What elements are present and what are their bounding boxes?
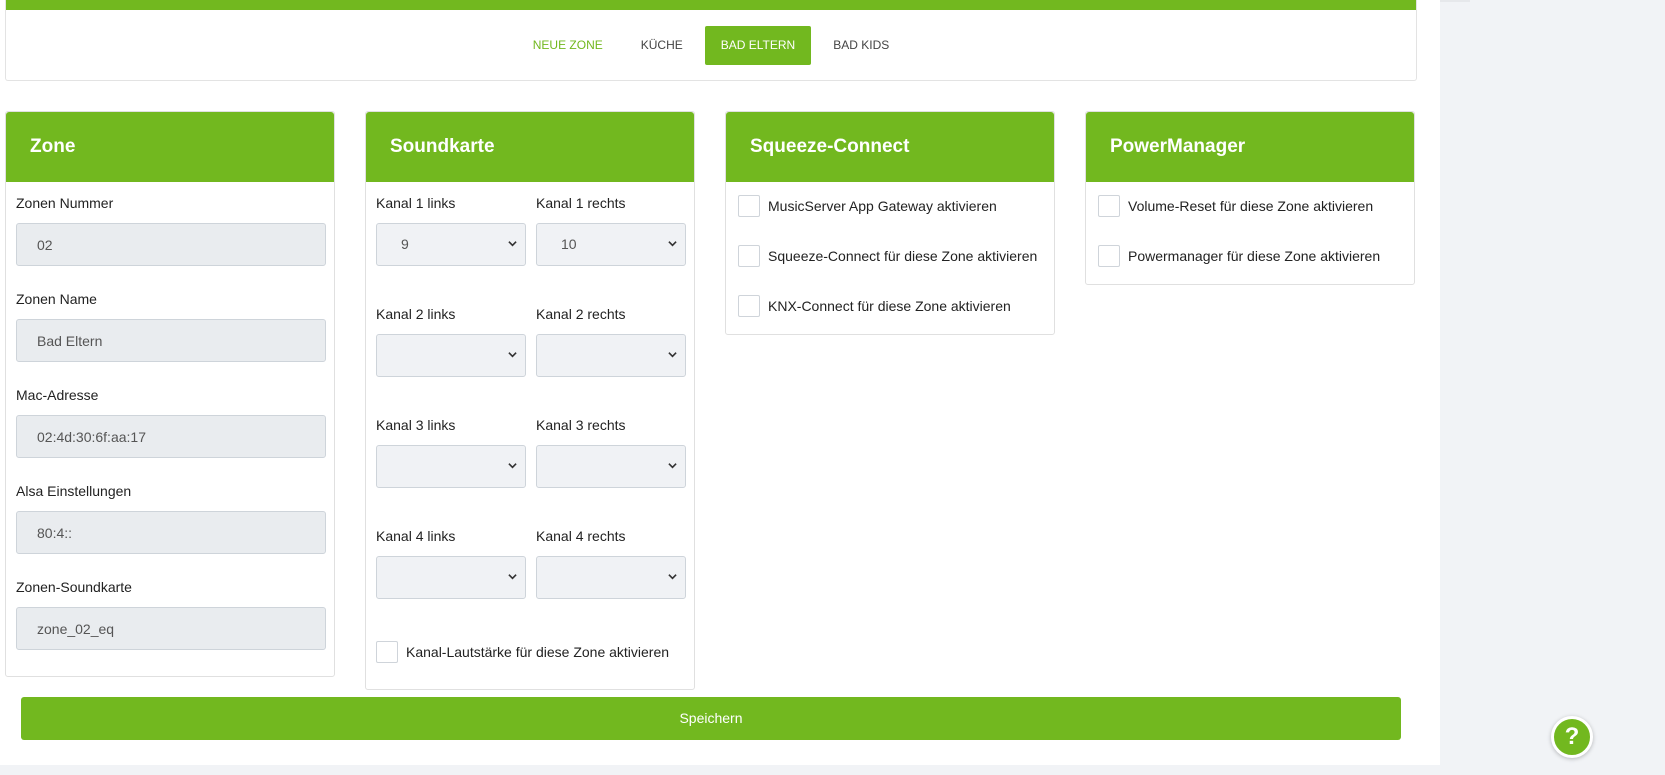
channel-2-right-select[interactable] — [536, 334, 686, 377]
chevron-down-icon — [508, 574, 517, 580]
channel-1-right-select[interactable]: 10 — [536, 223, 686, 266]
squeeze-connect-checkbox[interactable] — [738, 245, 760, 267]
zone-name-label: Zonen Name — [16, 291, 97, 307]
channel-1-left-select[interactable]: 9 — [376, 223, 526, 266]
squeeze-connect-check-row[interactable]: Squeeze-Connect für diese Zone aktiviere… — [738, 245, 1042, 267]
channel-3-left-select[interactable] — [376, 445, 526, 488]
zone-card-title: Zone — [30, 136, 76, 157]
app-gateway-label: MusicServer App Gateway aktivieren — [768, 198, 997, 214]
channel-1-right-value: 10 — [561, 236, 577, 252]
channel-3-left-label: Kanal 3 links — [376, 417, 456, 433]
zone-number-label: Zonen Nummer — [16, 195, 114, 211]
alsa-settings-input[interactable] — [16, 511, 326, 554]
powermanager-card-header: PowerManager — [1086, 112, 1414, 182]
channel-volume-check-row[interactable]: Kanal-Lautstärke für diese Zone aktivier… — [376, 641, 684, 663]
soundkarte-card-title: Soundkarte — [390, 136, 495, 157]
soundkarte-card-header: Soundkarte — [366, 112, 694, 182]
knx-connect-check-row[interactable]: KNX-Connect für diese Zone aktivieren — [738, 295, 1042, 317]
squeeze-connect-card: Squeeze-Connect MusicServer App Gateway … — [725, 111, 1055, 335]
chevron-down-icon — [508, 241, 517, 247]
zone-card-header: Zone — [6, 112, 334, 182]
channel-4-right-select[interactable] — [536, 556, 686, 599]
mac-address-input[interactable] — [16, 415, 326, 458]
zone-soundcard-label: Zonen-Soundkarte — [16, 579, 132, 595]
channel-2-right-label: Kanal 2 rechts — [536, 306, 626, 322]
chevron-down-icon — [668, 463, 677, 469]
powermanager-card: PowerManager Volume-Reset für diese Zone… — [1085, 111, 1415, 285]
save-button[interactable]: Speichern — [21, 697, 1401, 740]
channel-4-left-select[interactable] — [376, 556, 526, 599]
question-mark-icon: ? — [1564, 723, 1580, 750]
tab-bad-kids[interactable]: BAD KIDS — [817, 26, 905, 65]
tab-neue-zone[interactable]: NEUE ZONE — [517, 26, 619, 65]
channel-1-left-value: 9 — [401, 236, 409, 252]
zone-tabs-card: NEUE ZONE KÜCHE BAD ELTERN BAD KIDS — [5, 0, 1417, 81]
squeeze-card-header: Squeeze-Connect — [726, 112, 1054, 182]
soundkarte-card: Soundkarte Kanal 1 links 9 Kanal 1 recht… — [365, 111, 695, 690]
volume-reset-check-row[interactable]: Volume-Reset für diese Zone aktivieren — [1098, 195, 1402, 217]
channel-1-row: Kanal 1 links 9 Kanal 1 rechts 10 — [376, 195, 686, 266]
channel-4-left-label: Kanal 4 links — [376, 528, 456, 544]
page: NEUE ZONE KÜCHE BAD ELTERN BAD KIDS Zone… — [0, 0, 1440, 765]
channel-2-left-select[interactable] — [376, 334, 526, 377]
channel-3-right-label: Kanal 3 rechts — [536, 417, 626, 433]
channel-1-right-label: Kanal 1 rechts — [536, 195, 626, 211]
channel-1-left-label: Kanal 1 links — [376, 195, 456, 211]
tab-bad-eltern[interactable]: BAD ELTERN — [704, 26, 812, 65]
alsa-settings-label: Alsa Einstellungen — [16, 483, 132, 499]
app-gateway-check-row[interactable]: MusicServer App Gateway aktivieren — [738, 195, 1042, 217]
help-button[interactable]: ? — [1551, 716, 1593, 758]
tabs-top-bar — [6, 0, 1416, 10]
right-top-divider — [1440, 0, 1470, 2]
channel-volume-label: Kanal-Lautstärke für diese Zone aktivier… — [406, 644, 670, 660]
powermanager-label: Powermanager für diese Zone aktivieren — [1128, 248, 1381, 264]
channel-3-row: Kanal 3 links Kanal 3 rechts — [376, 417, 686, 488]
zone-name-input[interactable] — [16, 319, 326, 362]
chevron-down-icon — [508, 352, 517, 358]
powermanager-check-row[interactable]: Powermanager für diese Zone aktivieren — [1098, 245, 1402, 267]
zone-number-input[interactable] — [16, 223, 326, 266]
squeeze-card-title: Squeeze-Connect — [750, 136, 910, 157]
chevron-down-icon — [668, 574, 677, 580]
powermanager-checkbox[interactable] — [1098, 245, 1120, 267]
volume-reset-checkbox[interactable] — [1098, 195, 1120, 217]
chevron-down-icon — [508, 463, 517, 469]
volume-reset-label: Volume-Reset für diese Zone aktivieren — [1128, 198, 1374, 214]
channel-2-row: Kanal 2 links Kanal 2 rechts — [376, 306, 686, 377]
mac-address-label: Mac-Adresse — [16, 387, 99, 403]
chevron-down-icon — [668, 241, 677, 247]
channel-4-row: Kanal 4 links Kanal 4 rechts — [376, 528, 686, 599]
zone-tabs: NEUE ZONE KÜCHE BAD ELTERN BAD KIDS — [6, 26, 1416, 65]
channel-3-right-select[interactable] — [536, 445, 686, 488]
channel-2-left-label: Kanal 2 links — [376, 306, 456, 322]
squeeze-connect-label: Squeeze-Connect für diese Zone aktiviere… — [768, 248, 1038, 264]
powermanager-card-title: PowerManager — [1110, 136, 1246, 157]
chevron-down-icon — [668, 352, 677, 358]
zone-card: Zone Zonen Nummer Zonen Name Mac-Adresse… — [5, 111, 335, 677]
channel-volume-checkbox[interactable] — [376, 641, 398, 663]
tab-kueche[interactable]: KÜCHE — [625, 26, 699, 65]
knx-connect-checkbox[interactable] — [738, 295, 760, 317]
knx-connect-label: KNX-Connect für diese Zone aktivieren — [768, 298, 1011, 314]
app-gateway-checkbox[interactable] — [738, 195, 760, 217]
zone-soundcard-input[interactable] — [16, 607, 326, 650]
channel-4-right-label: Kanal 4 rechts — [536, 528, 626, 544]
